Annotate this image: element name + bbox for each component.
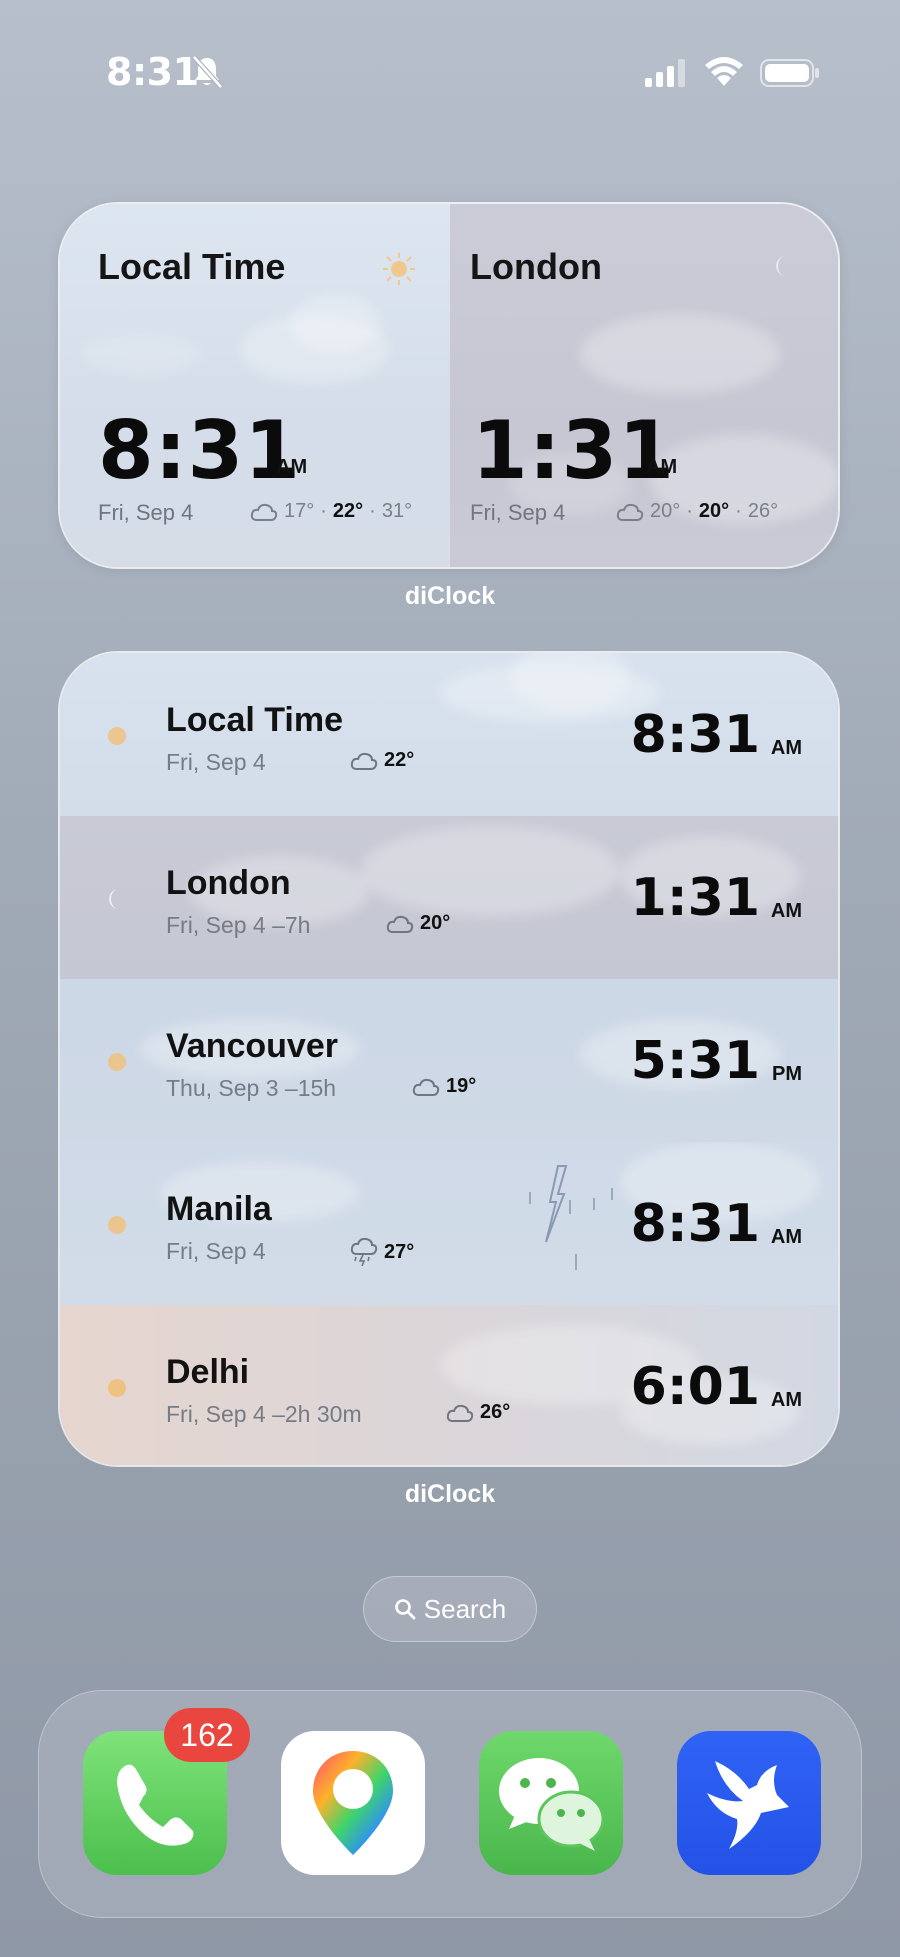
city-time: 1:31	[630, 868, 760, 928]
city-ampm: AM	[770, 1226, 802, 1248]
city-time: 6:01	[630, 1357, 760, 1417]
cellular-signal-icon	[645, 59, 685, 87]
widget-label: diClock	[404, 582, 496, 610]
maps-app-icon[interactable]	[281, 1731, 425, 1875]
moon-icon	[776, 256, 786, 276]
thunderstorm-icon	[350, 1238, 378, 1266]
london-pane[interactable]: London 1:31 AM Fri, Sep 4 20° · 20° · 26…	[450, 204, 838, 567]
city-time: 5:31	[630, 1031, 760, 1091]
city-ampm: PM	[772, 1063, 802, 1085]
dock	[38, 1690, 862, 1918]
wifi-icon	[705, 57, 743, 86]
cloud-icon	[350, 752, 378, 770]
city-time: 8:31	[630, 1194, 760, 1254]
list-item[interactable]: Manila Fri, Sep 4 27° 8:31 AM	[60, 1142, 838, 1305]
city-name: Manila	[166, 1190, 272, 1228]
city-date: Fri, Sep 4	[166, 1238, 266, 1264]
local-date: Fri, Sep 4	[98, 500, 194, 525]
city-weather: 26°	[446, 1401, 510, 1424]
city-date: Fri, Sep 4	[166, 749, 266, 775]
low-temp: 20°	[650, 500, 681, 522]
city-ampm: AM	[770, 737, 802, 759]
city-weather: 27°	[350, 1238, 414, 1266]
list-item[interactable]: Delhi Fri, Sep 4 –2h 30m 26° 6:01 AM	[60, 1305, 838, 1465]
cloud-icon	[446, 1404, 474, 1422]
cloud-icon	[616, 503, 644, 521]
london-date: Fri, Sep 4	[470, 500, 566, 525]
city-name: Vancouver	[166, 1027, 338, 1065]
local-ampm: AM	[276, 456, 308, 478]
high-temp: 31°	[381, 500, 413, 522]
city-weather: 20°	[386, 912, 450, 935]
notification-badge: 162	[164, 1708, 250, 1762]
sun-icon	[108, 1216, 126, 1234]
city-weather: 22°	[350, 749, 414, 772]
local-weather: 17° · 22° · 31°	[250, 500, 412, 523]
local-time-clock: 8:31	[98, 404, 301, 497]
bell-slash-icon	[192, 55, 223, 89]
city-ampm: AM	[770, 1389, 802, 1411]
cloud-icon	[386, 915, 414, 933]
city-temp: 19°	[446, 1075, 477, 1097]
city-temp: 22°	[384, 749, 415, 771]
low-temp: 17°	[284, 500, 315, 522]
cloud-icon	[250, 503, 278, 521]
status-time: 8:31	[106, 50, 199, 94]
widget-label: diClock	[404, 1480, 496, 1508]
list-item[interactable]: Vancouver Thu, Sep 3 –15h 19° 5:31 PM	[60, 979, 838, 1142]
lark-app-icon[interactable]	[677, 1731, 821, 1875]
city-date: Fri, Sep 4 –7h	[166, 912, 311, 938]
search-button[interactable]: Search	[363, 1576, 537, 1642]
city-ampm: AM	[770, 900, 802, 922]
moon-icon	[109, 889, 119, 909]
sun-icon	[383, 253, 415, 285]
sun-icon	[108, 727, 126, 745]
status-bar: 8:31	[0, 0, 900, 140]
sun-icon	[108, 1379, 126, 1397]
separator: ·	[735, 500, 742, 522]
dual-clock-widget[interactable]: Local Time 8:31 AM Fri, Sep 4 17° · 22° …	[58, 202, 840, 569]
battery-icon	[760, 59, 819, 87]
pane-title: Local Time	[98, 246, 286, 287]
list-item[interactable]: London Fri, Sep 4 –7h 20° 1:31 AM	[60, 816, 838, 979]
city-name: Delhi	[166, 1353, 250, 1391]
sun-icon	[108, 1053, 126, 1071]
city-temp: 27°	[384, 1240, 415, 1263]
london-ampm: AM	[646, 456, 678, 478]
city-date: Thu, Sep 3 –15h	[166, 1075, 337, 1101]
cloud-icon	[412, 1078, 440, 1096]
search-icon	[394, 1599, 416, 1620]
city-weather: 19°	[412, 1075, 476, 1098]
city-name: London	[166, 864, 291, 902]
pane-title: London	[470, 246, 602, 287]
wechat-app-icon[interactable]	[479, 1731, 623, 1875]
current-temp: 22°	[332, 500, 364, 522]
current-temp: 20°	[698, 500, 730, 522]
london-weather: 20° · 20° · 26°	[616, 500, 778, 523]
london-time-clock: 1:31	[472, 404, 675, 497]
separator: ·	[686, 500, 693, 522]
local-time-pane[interactable]: Local Time 8:31 AM Fri, Sep 4 17° · 22° …	[60, 204, 450, 567]
city-name: Local Time	[166, 701, 343, 739]
list-item[interactable]: Local Time Fri, Sep 4 22° 8:31 AM	[60, 653, 838, 816]
city-time: 8:31	[630, 705, 760, 765]
high-temp: 26°	[747, 500, 779, 522]
separator: ·	[320, 500, 327, 522]
search-label: Search	[423, 1593, 507, 1624]
city-temp: 26°	[480, 1401, 511, 1423]
city-date: Fri, Sep 4 –2h 30m	[166, 1401, 362, 1427]
world-clock-list-widget[interactable]: Local Time Fri, Sep 4 22° 8:31 AM London…	[58, 651, 840, 1467]
separator: ·	[369, 500, 376, 522]
city-temp: 20°	[420, 912, 451, 934]
